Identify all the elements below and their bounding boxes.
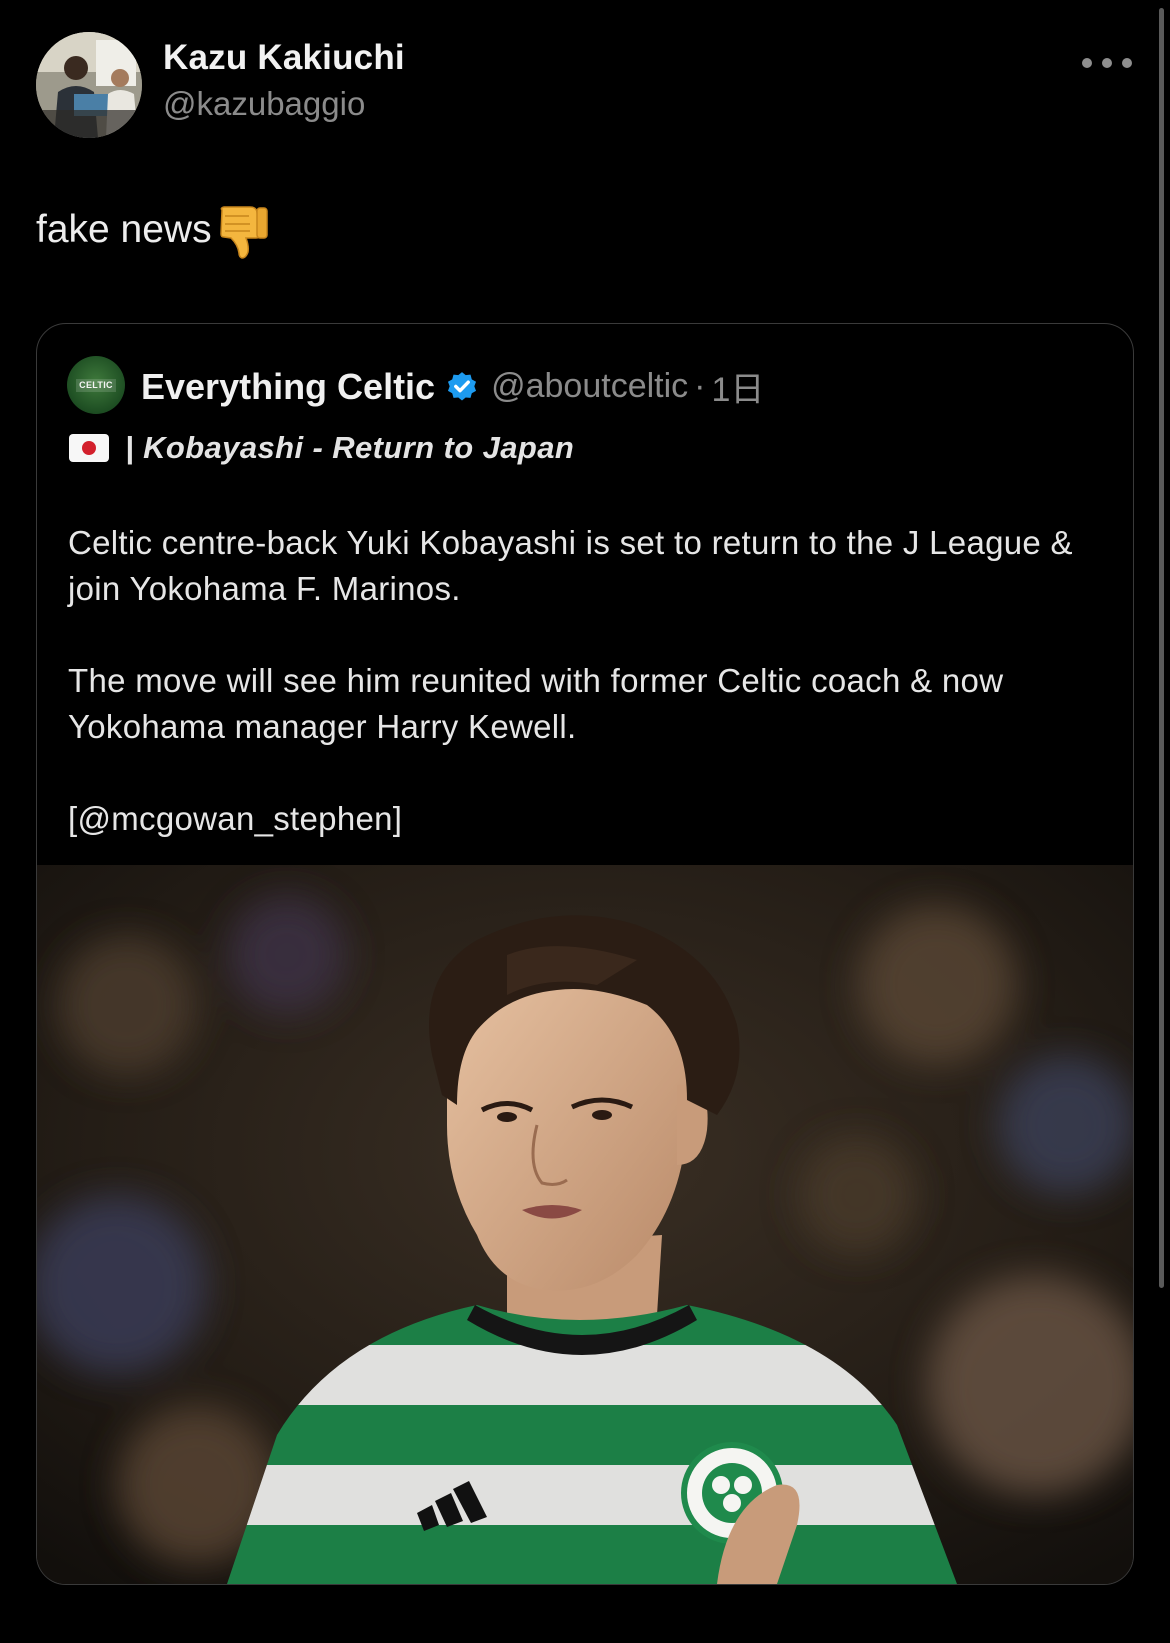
- more-horizontal-icon: [1122, 58, 1132, 68]
- quoted-author-handle[interactable]: @aboutceltic: [491, 367, 688, 406]
- more-horizontal-icon: [1082, 58, 1092, 68]
- quoted-post-timestamp[interactable]: 1日: [711, 362, 764, 411]
- quoted-post-card[interactable]: CELTIC Everything Celtic @aboutceltic · …: [36, 323, 1134, 1585]
- scrollbar-thumb[interactable]: [1159, 8, 1164, 1288]
- headline-text: | Kobayashi - Return to Japan: [125, 430, 575, 465]
- quoted-post-paragraph: The move will see him reunited with form…: [68, 662, 1004, 745]
- author-avatar[interactable]: [36, 32, 142, 138]
- post-text-content: fake news: [36, 208, 212, 251]
- japan-flag-icon: [69, 434, 109, 462]
- thumbs-down-icon: [219, 206, 268, 259]
- scrollbar[interactable]: [1159, 0, 1170, 1290]
- quoted-avatar-label: CELTIC: [76, 378, 116, 392]
- footballer-photo: [37, 865, 1133, 1584]
- quoted-post-headline: | Kobayashi - Return to Japan: [69, 430, 574, 466]
- quoted-post-body: Celtic centre-back Yuki Kobayashi is set…: [68, 520, 1108, 888]
- quoted-post-header: Everything Celtic @aboutceltic · 1日: [141, 362, 764, 411]
- quoted-author-display-name[interactable]: Everything Celtic: [141, 366, 435, 408]
- author-handle[interactable]: @kazubaggio: [163, 85, 365, 123]
- meta-separator: ·: [694, 367, 706, 405]
- verified-badge-icon: [448, 371, 477, 400]
- post-view: Kazu Kakiuchi @kazubaggio fake news CELT…: [0, 0, 1170, 1643]
- author-display-name[interactable]: Kazu Kakiuchi: [163, 38, 405, 78]
- quoted-author-avatar[interactable]: CELTIC: [67, 356, 125, 414]
- quoted-post-mention[interactable]: [@mcgowan_stephen]: [68, 796, 1108, 842]
- post-text: fake news: [36, 200, 270, 260]
- quoted-post-paragraph: Celtic centre-back Yuki Kobayashi is set…: [68, 524, 1073, 607]
- more-horizontal-icon: [1102, 58, 1112, 68]
- user-avatar-icon: [36, 32, 142, 138]
- more-options-button[interactable]: [1082, 50, 1132, 76]
- quoted-post-photo[interactable]: [37, 865, 1133, 1584]
